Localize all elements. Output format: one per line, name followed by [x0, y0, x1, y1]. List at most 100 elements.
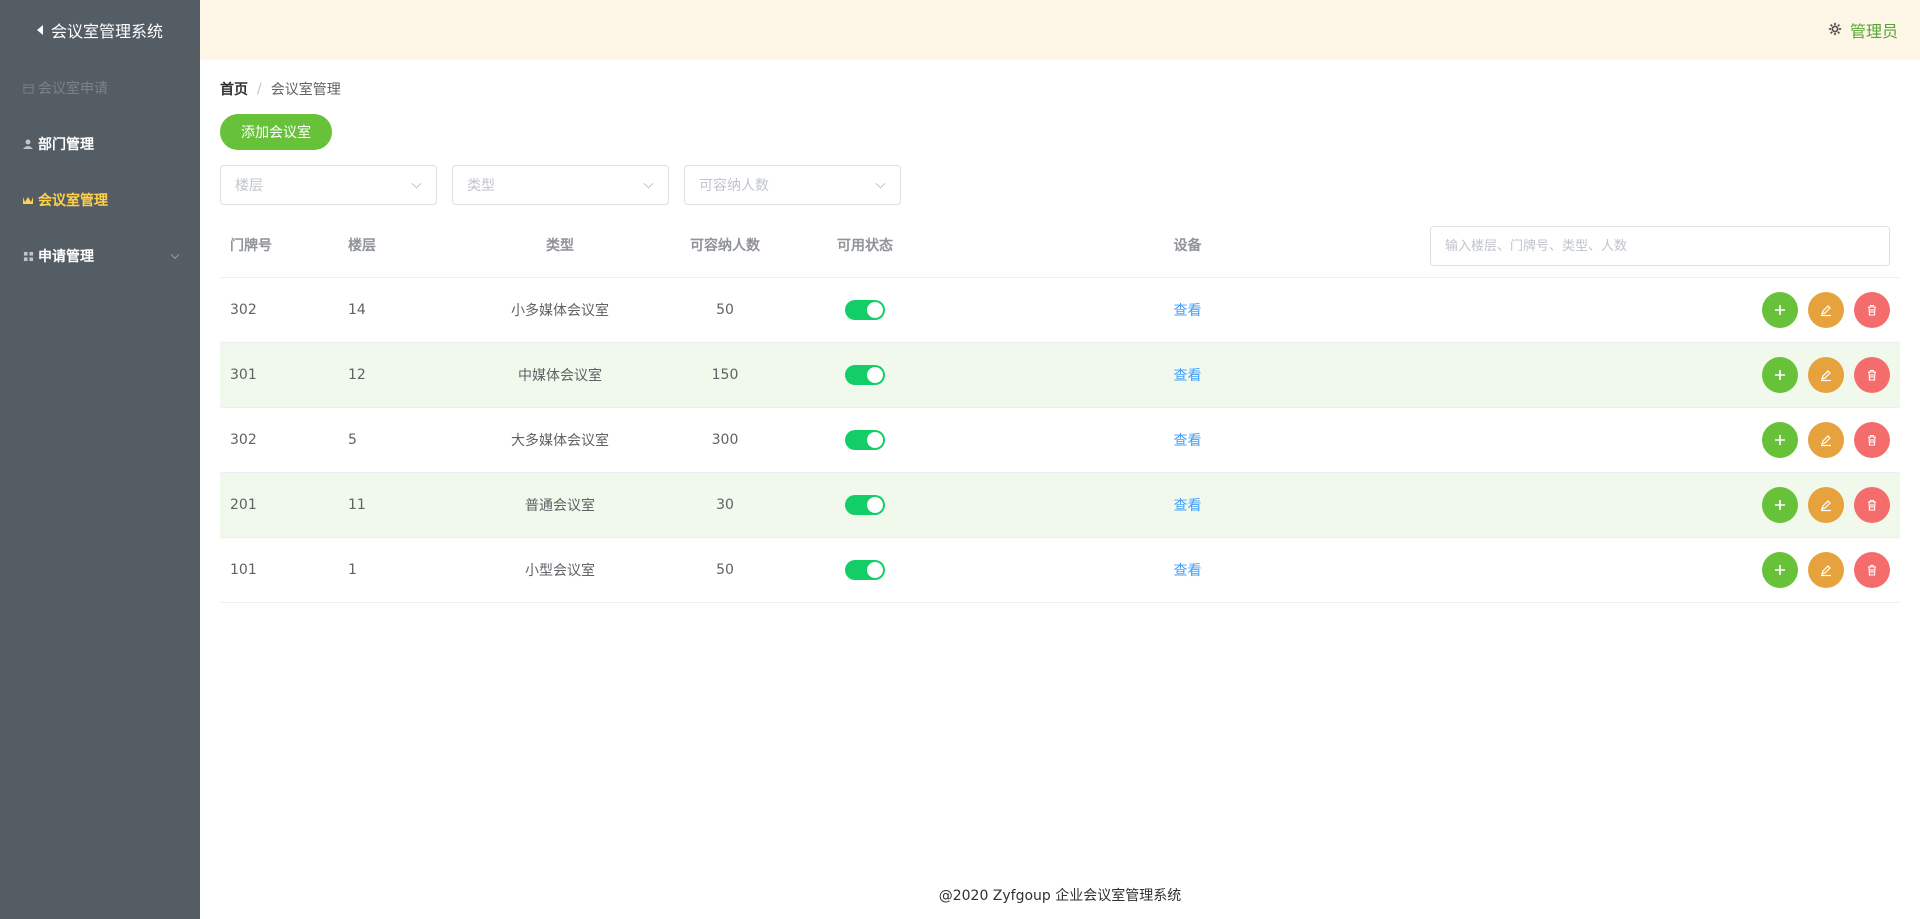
cell-actions	[1435, 422, 1900, 458]
crown-icon	[21, 193, 35, 207]
cell-door: 302	[230, 432, 257, 448]
edit-icon	[1821, 435, 1831, 447]
column-header-status: 可用状态	[837, 238, 893, 254]
edit-button[interactable]	[1808, 357, 1844, 393]
floor-select[interactable]: 楼层	[220, 165, 437, 205]
chevron-down-icon	[875, 178, 886, 189]
plus-icon	[1775, 500, 1785, 510]
rooms-table: 门牌号 楼层 类型 可容纳人数 可用状态 设备 302 14 小多媒体会议室 5…	[220, 213, 1900, 603]
type-select-placeholder: 类型	[467, 178, 495, 194]
trash-icon	[1868, 434, 1876, 446]
cell-type: 小多媒体会议室	[511, 303, 609, 319]
cell-equipment: 查看	[940, 300, 1435, 320]
status-toggle[interactable]	[845, 300, 885, 320]
add-room-button[interactable]: 添加会议室	[220, 114, 332, 150]
trash-icon	[1868, 369, 1876, 381]
sidebar-item-room-application[interactable]: 会议室申请	[0, 60, 200, 116]
view-equipment-link[interactable]: 查看	[1174, 498, 1202, 514]
cell-floor: 1	[348, 562, 357, 578]
cell-type: 中媒体会议室	[518, 368, 602, 384]
user-icon	[21, 137, 35, 151]
view-equipment-link[interactable]: 查看	[1174, 303, 1202, 319]
footer: @2020 Zyfgoup 企业会议室管理系统	[938, 888, 1182, 904]
cell-status	[790, 560, 940, 580]
sidebar-item-label: 会议室申请	[38, 81, 108, 97]
cell-door: 301	[230, 367, 257, 383]
cell-type: 大多媒体会议室	[511, 433, 609, 449]
column-header-door: 门牌号	[230, 238, 272, 254]
sidebar-toggle[interactable]: 会议室管理系统	[0, 0, 200, 60]
admin-menu[interactable]: 管理员	[1828, 18, 1898, 42]
capacity-select[interactable]: 可容纳人数	[684, 165, 901, 205]
chevron-down-icon	[411, 178, 422, 189]
floor-select-placeholder: 楼层	[235, 178, 263, 194]
admin-label: 管理员	[1849, 22, 1898, 41]
cell-capacity: 50	[716, 302, 734, 318]
sidebar-item-room-management[interactable]: 会议室管理	[0, 172, 200, 228]
sidebar-item-application-management[interactable]: 申请管理	[0, 228, 200, 284]
cell-type: 小型会议室	[525, 563, 595, 579]
table-row: 301 12 中媒体会议室 150 查看	[220, 343, 1900, 408]
column-header-floor: 楼层	[348, 238, 376, 254]
sidebar-item-label: 申请管理	[38, 249, 94, 265]
add-button[interactable]	[1762, 357, 1798, 393]
edit-icon	[1821, 305, 1831, 317]
view-equipment-link[interactable]: 查看	[1174, 563, 1202, 579]
sidebar-item-label: 会议室管理	[38, 193, 108, 209]
view-equipment-link[interactable]: 查看	[1174, 433, 1202, 449]
cell-equipment: 查看	[940, 560, 1435, 580]
cell-door: 201	[230, 497, 257, 513]
add-button[interactable]	[1762, 487, 1798, 523]
view-equipment-link[interactable]: 查看	[1174, 368, 1202, 384]
table-row: 101 1 小型会议室 50 查看	[220, 538, 1900, 603]
cell-floor: 11	[348, 497, 366, 513]
edit-button[interactable]	[1808, 292, 1844, 328]
status-toggle[interactable]	[845, 495, 885, 515]
cell-actions	[1435, 487, 1900, 523]
status-toggle[interactable]	[845, 430, 885, 450]
plus-icon	[1775, 565, 1785, 575]
delete-button[interactable]	[1854, 292, 1890, 328]
edit-button[interactable]	[1808, 422, 1844, 458]
plus-icon	[1775, 435, 1785, 445]
delete-button[interactable]	[1854, 487, 1890, 523]
cell-capacity: 50	[716, 562, 734, 578]
cell-equipment: 查看	[940, 495, 1435, 515]
delete-button[interactable]	[1854, 357, 1890, 393]
cell-status	[790, 495, 940, 515]
edit-button[interactable]	[1808, 487, 1844, 523]
delete-button[interactable]	[1854, 422, 1890, 458]
sidebar: 会议室管理系统 会议室申请 部门管理 会议室管理 申请管理	[0, 0, 200, 919]
cell-equipment: 查看	[940, 430, 1435, 450]
table-row: 201 11 普通会议室 30 查看	[220, 473, 1900, 538]
add-button[interactable]	[1762, 552, 1798, 588]
edit-button[interactable]	[1808, 552, 1844, 588]
cell-door: 302	[230, 302, 257, 318]
capacity-select-placeholder: 可容纳人数	[699, 178, 769, 194]
cell-type: 普通会议室	[525, 498, 595, 514]
cell-capacity: 300	[711, 432, 739, 448]
delete-button[interactable]	[1854, 552, 1890, 588]
cell-equipment: 查看	[940, 365, 1435, 385]
trash-icon	[1868, 499, 1876, 511]
cell-status	[790, 365, 940, 385]
sidebar-item-department[interactable]: 部门管理	[0, 116, 200, 172]
add-button[interactable]	[1762, 422, 1798, 458]
cell-floor: 12	[348, 367, 366, 383]
table-row: 302 14 小多媒体会议室 50 查看	[220, 278, 1900, 343]
plus-icon	[1775, 370, 1785, 380]
cell-status	[790, 430, 940, 450]
type-select[interactable]: 类型	[452, 165, 669, 205]
breadcrumb-home[interactable]: 首页	[220, 79, 248, 99]
trash-icon	[1868, 304, 1876, 316]
trash-icon	[1868, 564, 1876, 576]
table-search-input[interactable]	[1430, 226, 1890, 266]
status-toggle[interactable]	[845, 560, 885, 580]
filter-bar: 楼层 类型 可容纳人数	[220, 165, 901, 205]
add-button[interactable]	[1762, 292, 1798, 328]
cell-capacity: 30	[716, 497, 734, 513]
status-toggle[interactable]	[845, 365, 885, 385]
column-header-equipment: 设备	[1173, 238, 1202, 254]
column-header-type: 类型	[546, 238, 574, 254]
cell-door: 101	[230, 562, 257, 578]
